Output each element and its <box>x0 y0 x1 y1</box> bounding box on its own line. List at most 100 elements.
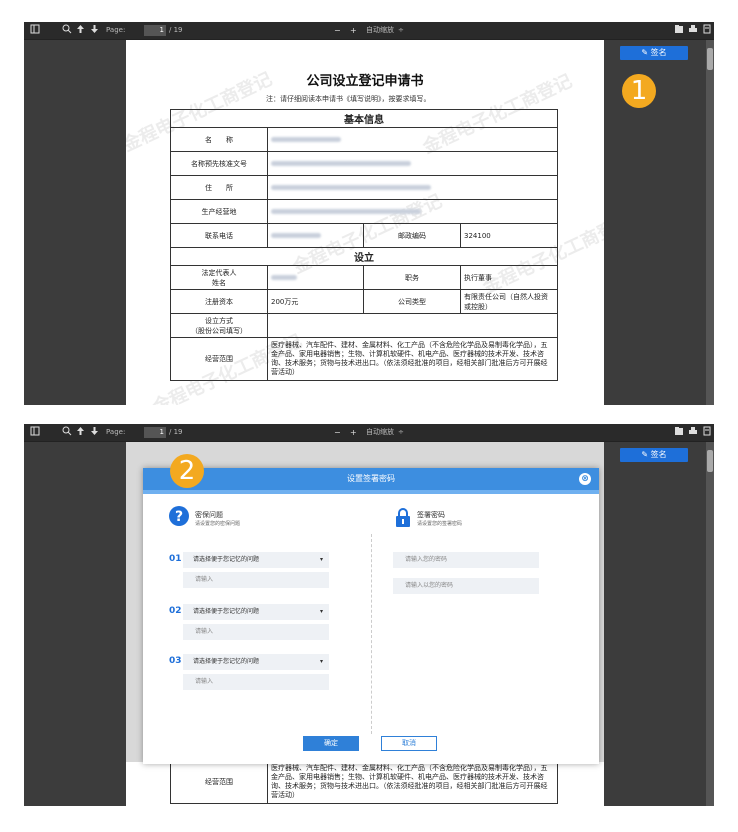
value-scope: 医疗器械、汽车配件、建材、金属材料、化工产品（不含危险化学品及易制毒化学品），五… <box>267 337 558 381</box>
label-legal-rep: 法定代表人 姓名 <box>170 265 268 290</box>
sign-button[interactable]: ✎ 签名 <box>620 448 688 462</box>
label-postcode: 邮政编码 <box>363 223 461 248</box>
value-legal-rep-blurred <box>267 265 364 290</box>
question-select-label: 请选择便于您记忆的问题 <box>193 556 260 563</box>
question-select[interactable]: 请选择便于您记忆的问题 ▾ <box>183 552 329 568</box>
page-up-icon[interactable] <box>76 426 85 436</box>
application-form-table: 基本信息 名 称 名称预先核准文号 住 所 生产经营地 联系电话 邮政编码 3241… <box>170 109 558 381</box>
close-icon[interactable]: ⊗ <box>579 473 591 485</box>
print-icon[interactable] <box>688 426 698 436</box>
zoom-in-button[interactable]: + <box>350 427 357 438</box>
lock-icon <box>395 508 411 532</box>
page-up-icon[interactable] <box>76 24 85 34</box>
pdf-viewer-step-1: Page: 1 / 19 − + 自动缩放 ÷ 金程电子化工商登记 金程电子化工… <box>24 22 714 405</box>
confirm-button[interactable]: 确定 <box>303 736 359 751</box>
value-address-blurred <box>267 175 558 200</box>
sign-button[interactable]: ✎ 签名 <box>620 46 688 60</box>
dialog-title: 设置签署密码 <box>143 468 599 490</box>
sign-button-label: 签名 <box>650 450 667 459</box>
document-page-visible-part: 经营范围 医疗器械、汽车配件、建材、金属材料、化工产品（不含危险化学品及易制毒化学… <box>126 762 604 806</box>
sidebar-toggle-icon[interactable] <box>30 24 40 34</box>
viewer-toolbar: Page: 1 / 19 − + 自动缩放 ÷ <box>24 424 714 442</box>
svg-text:?: ? <box>175 509 183 525</box>
zoom-select-arrow[interactable]: ÷ <box>398 427 404 438</box>
open-file-icon[interactable] <box>674 24 684 34</box>
value-company-type: 有限责任公司（自然人投资或控股） <box>460 289 558 314</box>
document-title: 公司设立登记申请书 <box>306 74 424 89</box>
search-icon[interactable] <box>62 426 72 436</box>
zoom-select[interactable]: 自动缩放 <box>366 25 394 36</box>
scrollbar-thumb[interactable] <box>707 450 713 472</box>
question-number: 02 <box>169 606 182 616</box>
answer-input[interactable]: 请输入 <box>183 572 329 588</box>
page-total: / 19 <box>169 428 183 436</box>
label-capital: 注册资本 <box>170 289 268 314</box>
viewer-toolbar: Page: 1 / 19 − + 自动缩放 ÷ <box>24 22 714 40</box>
label-scope: 经营范围 <box>170 337 268 381</box>
document-note: 注：请仔细阅读本申请书《填写说明》，按要求填写。 <box>266 95 431 103</box>
section-setup: 设立 <box>170 247 558 266</box>
label-production-address: 生产经营地 <box>170 199 268 224</box>
password-input[interactable]: 请输入您的密码 <box>393 552 539 568</box>
value-name-blurred <box>267 127 558 152</box>
page-label: Page: <box>106 428 126 436</box>
open-file-icon[interactable] <box>674 426 684 436</box>
question-select[interactable]: 请选择便于您记忆的问题 ▾ <box>183 654 329 670</box>
page-number-input[interactable]: 1 <box>144 427 166 438</box>
zoom-select[interactable]: 自动缩放 <box>366 427 394 438</box>
pen-icon: ✎ <box>641 48 649 57</box>
zoom-in-button[interactable]: + <box>350 25 357 36</box>
security-question-title: 密保问题 <box>195 511 223 519</box>
step-badge-1: 1 <box>622 74 656 108</box>
value-capital: 200万元 <box>267 289 364 314</box>
page-number-input[interactable]: 1 <box>144 25 166 36</box>
scrollbar-thumb[interactable] <box>707 48 713 70</box>
page-total: / 19 <box>169 26 183 34</box>
pen-icon: ✎ <box>641 450 649 459</box>
answer-input[interactable]: 请输入 <box>183 674 329 690</box>
cancel-button[interactable]: 取消 <box>381 736 437 751</box>
sign-button-label: 签名 <box>650 48 667 57</box>
download-icon[interactable] <box>702 24 712 34</box>
section-basic-info: 基本信息 <box>170 109 558 128</box>
label-setup-method: 设立方式 （股份公司填写） <box>170 313 268 338</box>
page-down-icon[interactable] <box>90 426 99 436</box>
dialog-header-bar <box>143 490 599 494</box>
zoom-select-arrow[interactable]: ÷ <box>398 25 404 36</box>
divider <box>371 534 373 734</box>
zoom-out-button[interactable]: − <box>334 25 341 36</box>
step-badge-2: 2 <box>170 454 204 488</box>
value-scope: 医疗器械、汽车配件、建材、金属材料、化工产品（不含危险化学品及易制毒化学品），五… <box>267 762 558 804</box>
chevron-down-icon: ▾ <box>319 608 323 615</box>
value-position: 执行董事 <box>460 265 558 290</box>
signing-password-title: 签署密码 <box>417 511 445 519</box>
document-page: 金程电子化工商登记 金程电子化工商登记 金程电子化工商登记 金程电子化工商登记 … <box>126 40 604 405</box>
security-question-subtitle: 请设置您的密保问题 <box>195 521 241 527</box>
zoom-out-button[interactable]: − <box>334 427 341 438</box>
page-down-icon[interactable] <box>90 24 99 34</box>
question-select[interactable]: 请选择便于您记忆的问题 ▾ <box>183 604 329 620</box>
value-setup-method <box>267 313 558 338</box>
password-confirm-input[interactable]: 请输入以您的密码 <box>393 578 539 594</box>
value-phone-blurred <box>267 223 364 248</box>
label-address: 住 所 <box>170 175 268 200</box>
scrollbar[interactable] <box>706 40 714 405</box>
page-label: Page: <box>106 26 126 34</box>
question-select-label: 请选择便于您记忆的问题 <box>193 658 260 665</box>
answer-input[interactable]: 请输入 <box>183 624 329 640</box>
label-position: 职务 <box>363 265 461 290</box>
label-name: 名 称 <box>170 127 268 152</box>
label-company-type: 公司类型 <box>363 289 461 314</box>
question-select-label: 请选择便于您记忆的问题 <box>193 608 260 615</box>
print-icon[interactable] <box>688 24 698 34</box>
question-number: 03 <box>169 656 182 666</box>
sidebar-toggle-icon[interactable] <box>30 426 40 436</box>
download-icon[interactable] <box>702 426 712 436</box>
value-production-address-blurred <box>267 199 558 224</box>
search-icon[interactable] <box>62 24 72 34</box>
value-postcode: 324100 <box>460 223 558 248</box>
label-scope: 经营范围 <box>170 762 268 804</box>
application-form-table: 经营范围 医疗器械、汽车配件、建材、金属材料、化工产品（不含危险化学品及易制毒化学… <box>170 762 558 804</box>
scrollbar[interactable] <box>706 442 714 806</box>
chevron-down-icon: ▾ <box>319 556 323 563</box>
